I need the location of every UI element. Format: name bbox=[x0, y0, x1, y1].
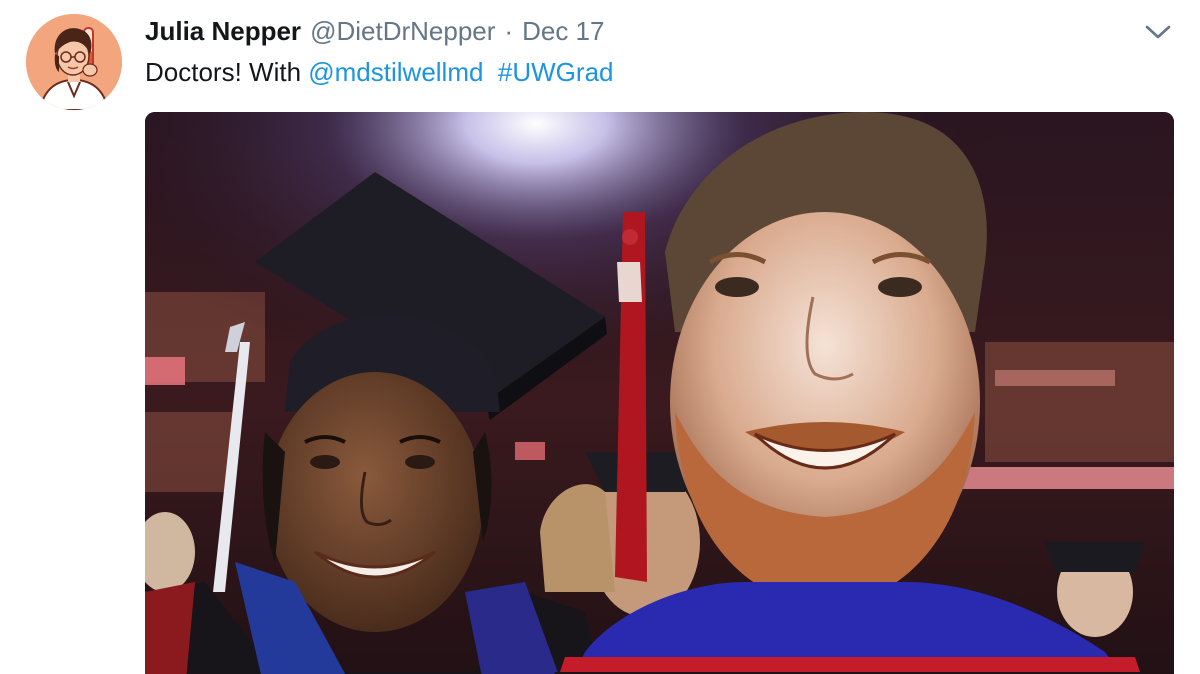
tweet-text-prefix: Doctors! With bbox=[145, 57, 309, 87]
tweet-text-spacer bbox=[483, 57, 497, 87]
avatar-illustration-icon bbox=[26, 14, 122, 110]
hashtag-link[interactable]: #UWGrad bbox=[498, 57, 614, 87]
tweet-text: Doctors! With @mdstilwellmd #UWGrad bbox=[145, 55, 613, 89]
photo-illustration bbox=[145, 112, 1174, 674]
mention-link[interactable]: @mdstilwellmd bbox=[308, 57, 483, 87]
tweet-timestamp[interactable]: Dec 17 bbox=[522, 14, 604, 48]
tweet-photo[interactable] bbox=[145, 112, 1174, 674]
author-avatar[interactable] bbox=[26, 14, 122, 110]
more-menu-button[interactable] bbox=[1144, 20, 1172, 44]
chevron-down-icon bbox=[1145, 25, 1171, 39]
author-name[interactable]: Julia Nepper bbox=[145, 14, 301, 48]
tweet-card: Julia Nepper @DietDrNepper · Dec 17 Doct… bbox=[0, 0, 1200, 674]
header-separator: · bbox=[504, 16, 514, 46]
author-handle[interactable]: @DietDrNepper bbox=[310, 14, 495, 48]
tweet-header: Julia Nepper @DietDrNepper · Dec 17 bbox=[145, 14, 604, 48]
